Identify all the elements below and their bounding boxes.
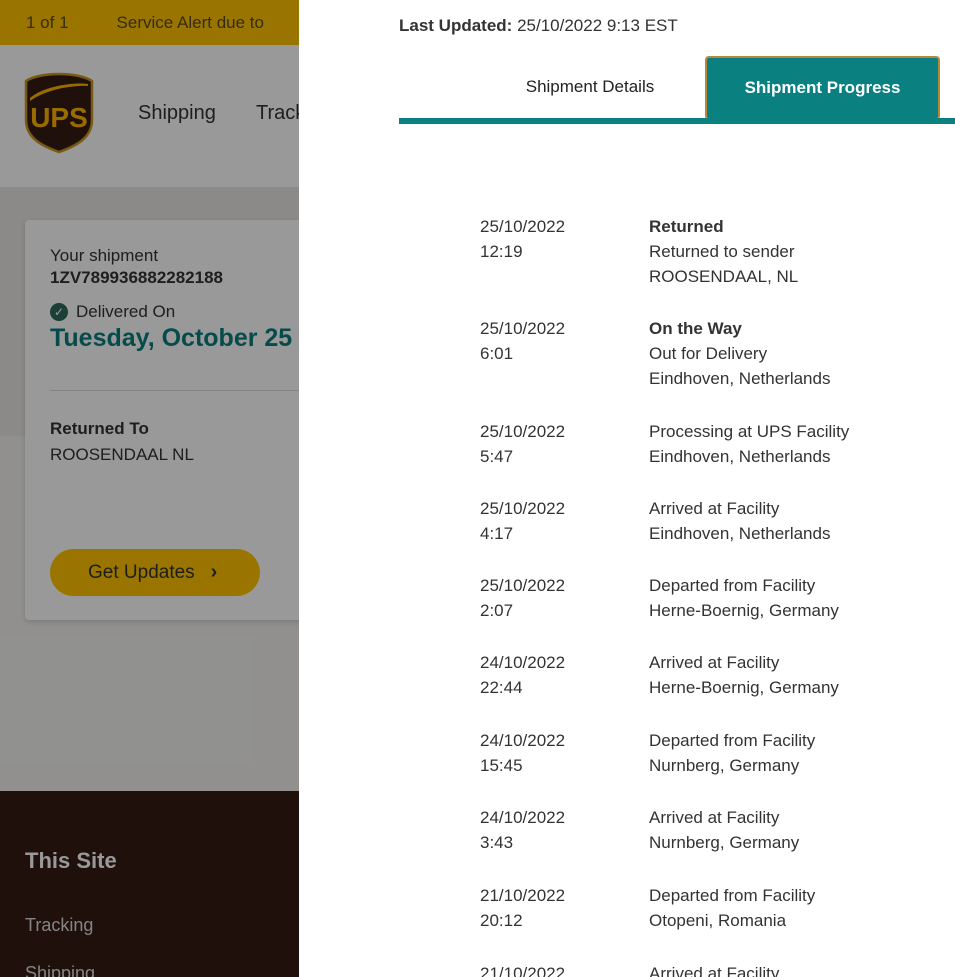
event-datetime: 21/10/2022 20:12 [480, 883, 649, 933]
event-location: ROOSENDAAL, NL [649, 267, 799, 286]
event-description: Departed from Facility [649, 576, 816, 595]
event-date: 24/10/2022 [480, 731, 566, 750]
event-details: Processing at UPS Facility Eindhoven, Net… [649, 419, 849, 469]
event-date: 21/10/2022 [480, 964, 566, 977]
event-date: 24/10/2022 [480, 808, 566, 827]
last-updated-value: 25/10/2022 9:13 EST [517, 16, 678, 35]
tab-shipment-details[interactable]: Shipment Details [485, 56, 695, 118]
event-datetime: 21/10/2022 [480, 961, 649, 977]
event-description: Departed from Facility [649, 731, 816, 750]
event-location: Otopeni, Romania [649, 911, 787, 930]
event-location: Nurnberg, Germany [649, 756, 800, 775]
event-location: Eindhoven, Netherlands [649, 524, 831, 543]
event-details: Departed from Facility Herne-Boernig, Ger… [649, 573, 839, 623]
progress-event-row: 24/10/2022 22:44 Arrived at Facility Herne-… [480, 650, 950, 700]
event-time: 15:45 [480, 756, 523, 775]
shipment-progress-panel: Last Updated: 25/10/2022 9:13 EST Shipme… [299, 0, 955, 977]
event-location: Herne-Boernig, Germany [649, 601, 839, 620]
event-description: Departed from Facility [649, 886, 816, 905]
event-description: Arrived at Facility [649, 964, 780, 977]
progress-event-row: 24/10/2022 15:45 Departed from Facility Nur… [480, 728, 950, 778]
event-date: 25/10/2022 [480, 319, 566, 338]
event-datetime: 24/10/2022 22:44 [480, 650, 649, 700]
progress-event-row: 25/10/2022 5:47 Processing at UPS Facility… [480, 419, 950, 469]
event-description: Arrived at Facility [649, 808, 780, 827]
event-location: Eindhoven, Netherlands [649, 369, 831, 388]
progress-event-row: 25/10/2022 4:17 Arrived at Facility Eindhov… [480, 496, 950, 546]
last-updated-label: Last Updated: [399, 16, 513, 35]
event-datetime: 24/10/2022 3:43 [480, 805, 649, 855]
event-datetime: 24/10/2022 15:45 [480, 728, 649, 778]
event-location: Eindhoven, Netherlands [649, 447, 831, 466]
event-time: 12:19 [480, 242, 523, 261]
event-datetime: 25/10/2022 2:07 [480, 573, 649, 623]
event-datetime: 25/10/2022 4:17 [480, 496, 649, 546]
last-updated: Last Updated: 25/10/2022 9:13 EST [399, 16, 678, 36]
event-time: 20:12 [480, 911, 523, 930]
event-description: Out for Delivery [649, 344, 768, 363]
event-time: 4:17 [480, 524, 514, 543]
event-time: 6:01 [480, 344, 514, 363]
event-date: 25/10/2022 [480, 499, 566, 518]
event-location: Nurnberg, Germany [649, 833, 800, 852]
event-status: Returned [649, 217, 724, 236]
event-details: On the Way Out for Delivery Eindhoven, Net… [649, 316, 830, 391]
progress-event-row: 21/10/2022 20:12 Departed from Facility Oto… [480, 883, 950, 933]
event-location: Herne-Boernig, Germany [649, 678, 839, 697]
event-time: 5:47 [480, 447, 514, 466]
event-datetime: 25/10/2022 6:01 [480, 316, 649, 391]
event-date: 21/10/2022 [480, 886, 566, 905]
progress-event-row: 21/10/2022 Arrived at Facility [480, 961, 950, 977]
event-details: Departed from Facility Nurnberg, Germany [649, 728, 815, 778]
progress-event-row: 25/10/2022 2:07 Departed from Facility Hern… [480, 573, 950, 623]
event-details: Arrived at Facility Herne-Boernig, German… [649, 650, 839, 700]
event-time: 2:07 [480, 601, 514, 620]
event-description: Processing at UPS Facility [649, 422, 850, 441]
event-date: 25/10/2022 [480, 217, 566, 236]
event-details: Arrived at Facility Nurnberg, Germany [649, 805, 799, 855]
event-status: On the Way [649, 319, 742, 338]
progress-event-row: 24/10/2022 3:43 Arrived at Facility Nurnber… [480, 805, 950, 855]
event-description: Arrived at Facility [649, 499, 780, 518]
event-date: 25/10/2022 [480, 576, 566, 595]
event-time: 3:43 [480, 833, 514, 852]
progress-event-row: 25/10/2022 6:01 On the Way Out for Delivery… [480, 316, 950, 391]
event-description: Returned to sender [649, 242, 795, 261]
progress-event-row: 25/10/2022 12:19 Returned Returned to sende… [480, 214, 950, 289]
event-details: Arrived at Facility Eindhoven, Netherland… [649, 496, 830, 546]
progress-events-list: 25/10/2022 12:19 Returned Returned to sende… [480, 214, 950, 977]
event-date: 24/10/2022 [480, 653, 566, 672]
event-time: 22:44 [480, 678, 523, 697]
event-datetime: 25/10/2022 5:47 [480, 419, 649, 469]
tabs-underline [399, 118, 955, 124]
event-description: Arrived at Facility [649, 653, 780, 672]
event-details: Arrived at Facility [649, 961, 779, 977]
event-datetime: 25/10/2022 12:19 [480, 214, 649, 289]
event-details: Departed from Facility Otopeni, Romania [649, 883, 815, 933]
event-date: 25/10/2022 [480, 422, 566, 441]
event-details: Returned Returned to sender ROOSENDAAL, NL [649, 214, 798, 289]
tab-shipment-progress[interactable]: Shipment Progress [705, 56, 940, 120]
